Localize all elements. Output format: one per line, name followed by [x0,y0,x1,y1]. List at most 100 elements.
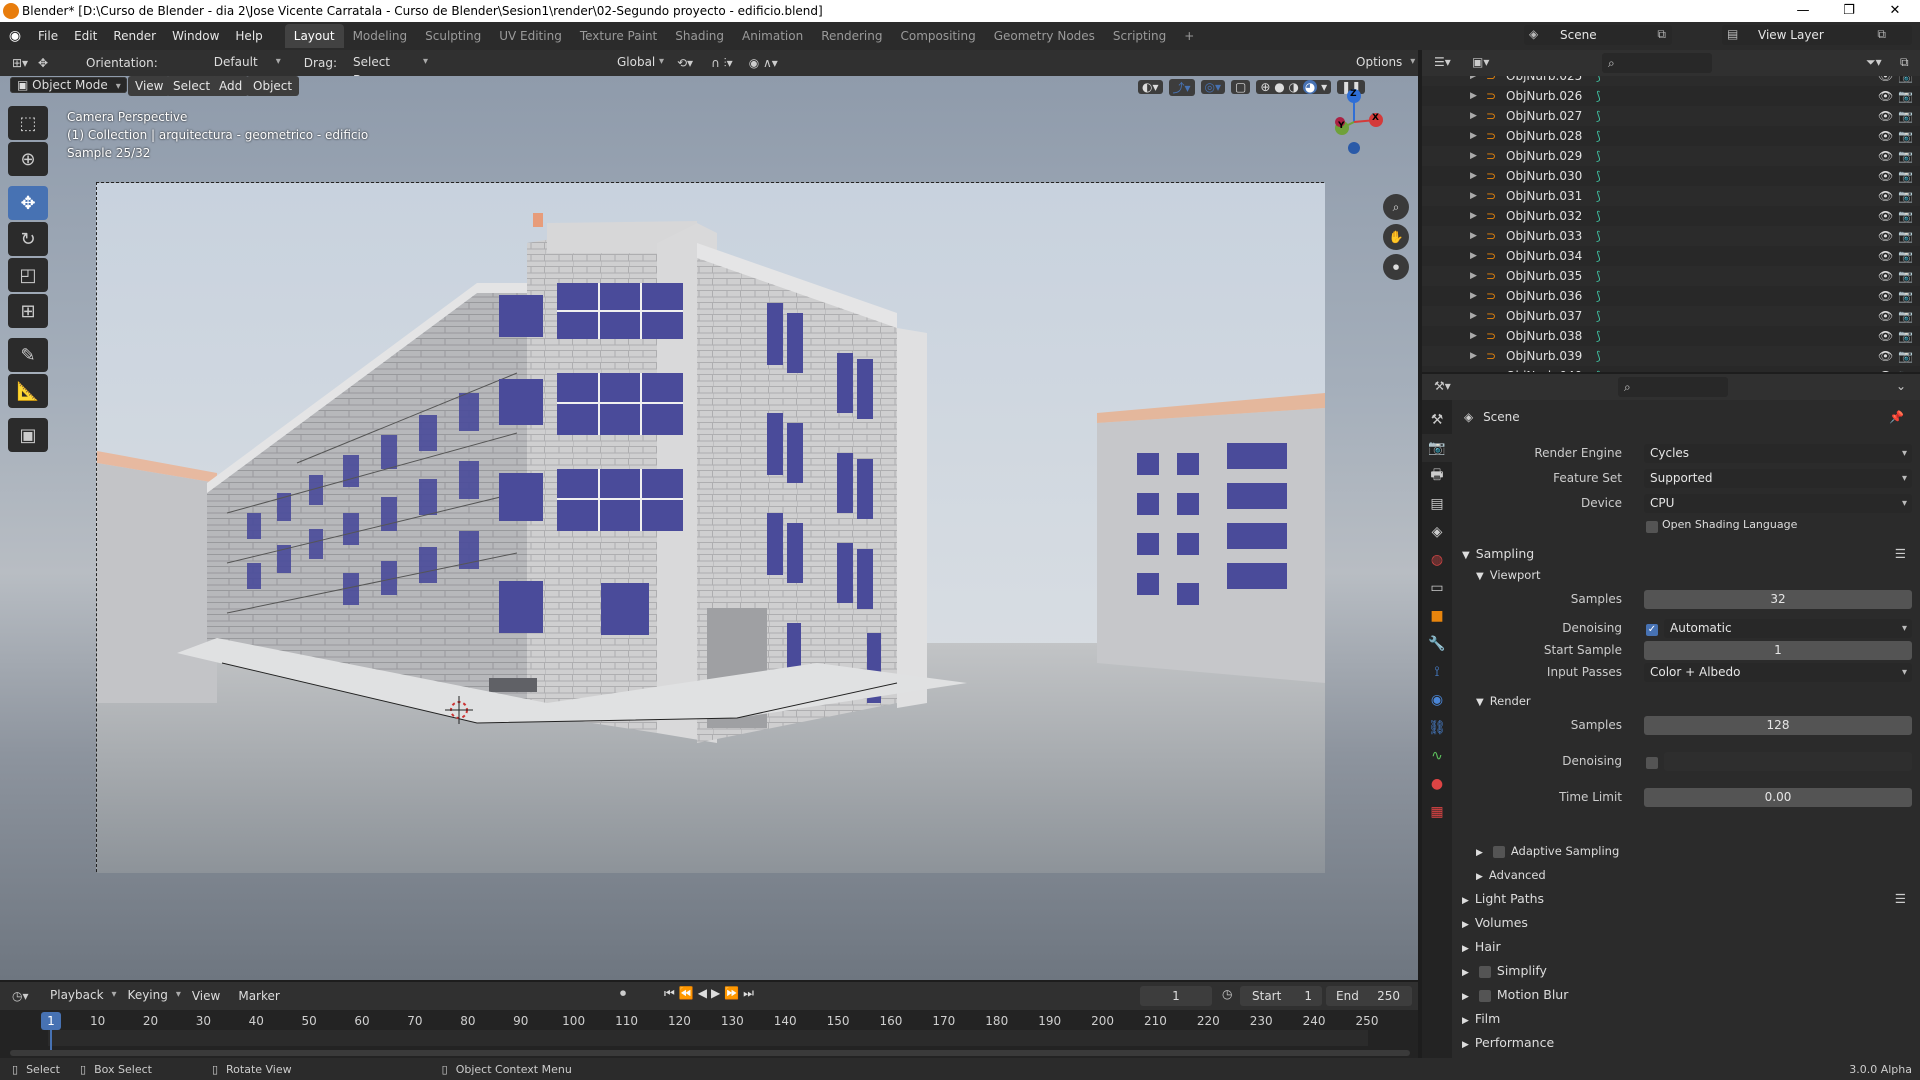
input-passes-dropdown[interactable]: Color + Albedo [1644,663,1912,682]
expand-arrow-icon[interactable]: ▶ [1470,311,1477,321]
curve-data-icon[interactable]: ⟆ [1596,109,1601,123]
device-dropdown[interactable]: CPU [1644,494,1912,513]
object-menu[interactable]: Object [246,76,300,96]
simplify-panel[interactable]: ▶ Simplify [1452,960,1920,982]
visibility-eye-icon[interactable]: 👁 [1878,109,1893,123]
visibility-eye-icon[interactable]: 👁 [1878,269,1893,283]
feature-set-dropdown[interactable]: Supported [1644,469,1912,488]
new-view-layer-icon[interactable]: ⧉ [1877,27,1886,42]
outliner-row[interactable]: ▶ ⊃ ObjNurb.033 ⟆ 👁 📷 [1422,226,1920,246]
particles-tab-icon[interactable]: ⟟ [1422,658,1452,686]
measure-tool-icon[interactable]: 📐 [8,374,48,408]
add-menu[interactable]: Add [212,76,250,96]
gizmo-toggle-icon[interactable]: ⤴▾ [1168,78,1195,96]
render-camera-icon[interactable]: 📷 [1898,289,1913,303]
visibility-eye-icon[interactable]: 👁 [1878,149,1893,163]
constraints-tab-icon[interactable]: ⛓ [1422,714,1452,742]
add-workspace-button[interactable]: + [1175,24,1203,48]
select-menu[interactable]: Select [166,76,218,96]
render-camera-icon[interactable]: 📷 [1898,76,1913,83]
output-tab-icon[interactable]: 🖶 [1422,462,1452,490]
render-camera-icon[interactable]: 📷 [1898,209,1913,223]
tab-layout[interactable]: Layout [284,24,344,48]
outliner-row[interactable]: ▶ ⊃ ObjNurb.032 ⟆ 👁 📷 [1422,206,1920,226]
expand-arrow-icon[interactable]: ▶ [1470,191,1477,201]
tab-geometry-nodes[interactable]: Geometry Nodes [985,24,1104,48]
curve-data-icon[interactable]: ⟆ [1596,289,1601,303]
render-engine-dropdown[interactable]: Cycles [1644,444,1912,463]
motion-blur-checkbox[interactable] [1478,987,1491,1002]
outliner-search-input[interactable]: ⌕ [1602,53,1712,73]
keying-dropdown[interactable]: Keying [122,986,186,1006]
zoom-view-icon[interactable]: ⌕ [1383,194,1409,220]
expand-arrow-icon[interactable]: ▶ [1470,211,1477,221]
osl-checkbox[interactable] [1646,519,1658,533]
visibility-icon[interactable]: ◐▾ [1138,80,1163,94]
maximize-button[interactable]: ❐ [1826,0,1872,22]
rotate-tool-icon[interactable]: ↻ [8,222,48,256]
expand-arrow-icon[interactable]: ▶ [1470,291,1477,301]
tab-texture-paint[interactable]: Texture Paint [571,24,666,48]
render-denoising-checkbox[interactable] [1646,755,1658,769]
curve-data-icon[interactable]: ⟆ [1596,209,1601,223]
expand-arrow-icon[interactable]: ▶ [1470,251,1477,261]
add-cube-tool-icon[interactable]: ▣ [8,418,48,452]
outliner-row[interactable]: ▶ ⊃ ObjNurb.040 ⟆ 👁 📷 [1422,366,1920,372]
physics-tab-icon[interactable]: ◉ [1422,686,1452,714]
visibility-eye-icon[interactable]: 👁 [1878,129,1893,143]
new-scene-icon[interactable]: ⧉ [1657,27,1666,42]
visibility-eye-icon[interactable]: 👁 [1878,169,1893,183]
visibility-eye-icon[interactable]: 👁 [1878,309,1893,323]
visibility-eye-icon[interactable]: 👁 [1878,189,1893,203]
expand-arrow-icon[interactable]: ▶ [1470,351,1477,361]
curve-data-icon[interactable]: ⟆ [1596,329,1601,343]
visibility-eye-icon[interactable]: 👁 [1878,229,1893,243]
curve-data-icon[interactable]: ⟆ [1596,189,1601,203]
playhead[interactable]: 1 [41,1012,61,1030]
collapse-chevron-icon[interactable]: ⌄ [1896,379,1906,393]
playback-controls[interactable]: ⏮⏪◀▶⏩⏭ [664,986,758,1001]
expand-arrow-icon[interactable]: ▶ [1470,111,1477,121]
tab-scripting[interactable]: Scripting [1104,24,1175,48]
end-frame-field[interactable]: End 250 [1326,986,1412,1006]
render-camera-icon[interactable]: 📷 [1898,229,1913,243]
cursor-tool-icon[interactable]: ⊕ [8,142,48,176]
render-subpanel-header[interactable]: ▼ Render [1452,690,1920,712]
outliner-row[interactable]: ▶ ⊃ ObjNurb.029 ⟆ 👁 📷 [1422,146,1920,166]
render-camera-icon[interactable]: 📷 [1898,329,1913,343]
view-layer-selector[interactable]: ▤ View Layer ⧉ [1722,25,1912,45]
record-button[interactable]: ⏺ [620,986,626,1001]
tab-rendering[interactable]: Rendering [812,24,891,48]
tab-animation[interactable]: Animation [733,24,812,48]
viewport-samples-field[interactable]: 32 [1644,590,1912,609]
move-tool-icon[interactable]: ✥ [8,186,48,220]
outliner-row[interactable]: ▶ ⊃ ObjNurb.034 ⟆ 👁 📷 [1422,246,1920,266]
volumes-panel[interactable]: ▶ Volumes [1452,912,1920,934]
curve-data-icon[interactable]: ⟆ [1596,89,1601,103]
expand-arrow-icon[interactable]: ▶ [1470,271,1477,281]
timeline-scrollbar[interactable] [10,1050,1410,1056]
playback-dropdown[interactable]: Playback [44,986,122,1006]
material-tab-icon[interactable]: ● [1422,770,1452,798]
outliner-row[interactable]: ▶ ⊃ ObjNurb.037 ⟆ 👁 📷 [1422,306,1920,326]
collection-tab-icon[interactable]: ▭ [1422,574,1452,602]
expand-arrow-icon[interactable]: ▶ [1470,131,1477,141]
presets-icon[interactable]: ☰ [1895,543,1906,565]
transform-pivot-icon[interactable]: ✥ [38,56,66,70]
blender-menu-icon[interactable]: ◉ [0,28,30,44]
render-camera-icon[interactable]: 📷 [1898,269,1913,283]
curve-data-icon[interactable]: ⟆ [1596,349,1601,363]
performance-panel[interactable]: ▶ Performance [1452,1032,1920,1054]
tab-compositing[interactable]: Compositing [891,24,984,48]
viewport-denoising-checkbox[interactable]: ✓ [1646,622,1658,636]
drag-dropdown[interactable]: Select Box [347,53,433,87]
render-camera-icon[interactable]: 📷 [1898,349,1913,363]
expand-arrow-icon[interactable]: ▶ [1470,371,1477,372]
timeline-editor-icon[interactable]: ◷▾ [12,989,42,1003]
object-tab-icon[interactable]: ■ [1422,602,1452,630]
pivot-point-icon[interactable]: ⟲▾ [677,56,693,70]
filter-icon[interactable]: ⏷▾ [1866,55,1882,70]
adaptive-sampling-checkbox[interactable] [1492,843,1505,858]
render-camera-icon[interactable]: 📷 [1898,249,1913,263]
select-box-tool-icon[interactable]: ⬚ [8,106,48,140]
